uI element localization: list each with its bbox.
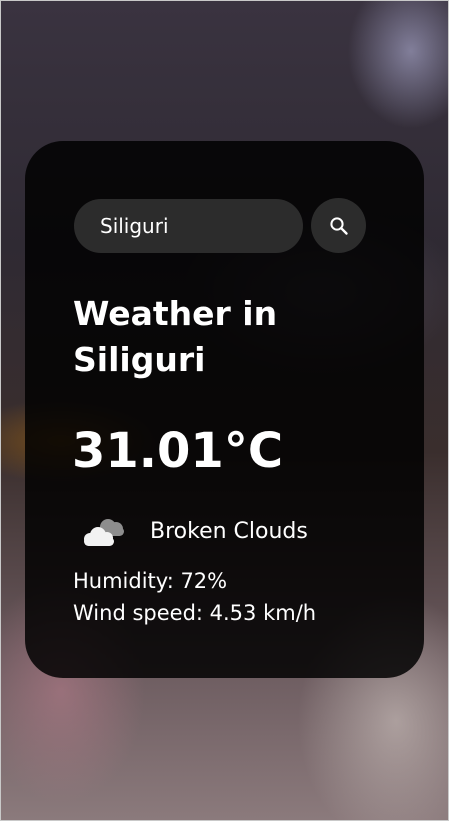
temperature: 31.01°C	[72, 423, 284, 479]
search-icon	[329, 216, 348, 235]
search-input[interactable]	[74, 198, 303, 253]
city-title: Weather in Siliguri	[73, 294, 278, 379]
search-button[interactable]	[311, 198, 366, 253]
broken-clouds-icon	[84, 519, 124, 546]
condition-text: Broken Clouds	[150, 519, 308, 544]
wind-speed-text: Wind speed: 4.53 km/h	[73, 601, 317, 625]
condition-row: Broken Clouds	[80, 515, 308, 549]
humidity-text: Humidity: 72%	[73, 569, 228, 593]
weather-card: Weather in Siliguri 31.01°C Broken Cloud…	[25, 141, 424, 678]
search-bar	[74, 198, 366, 253]
